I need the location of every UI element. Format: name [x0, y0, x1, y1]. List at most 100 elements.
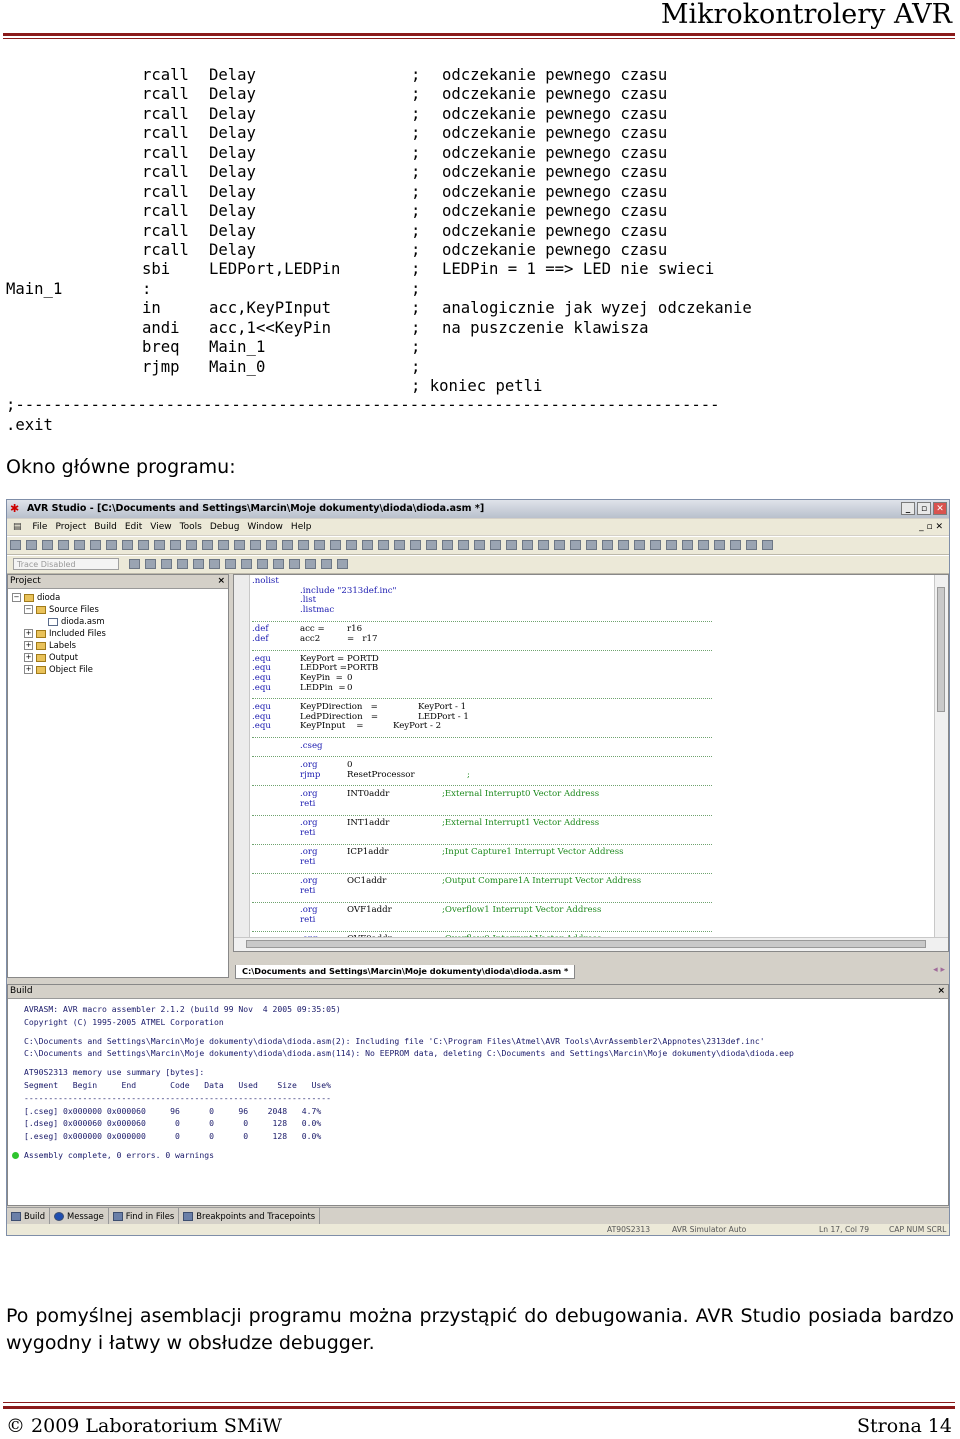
toolbar-icon[interactable]	[666, 540, 677, 550]
toolbar-icon[interactable]	[58, 540, 69, 550]
mdi-controls[interactable]: _ ▫ ✕	[919, 519, 943, 535]
menu-debug[interactable]: Debug	[210, 519, 240, 535]
menu-window[interactable]: Window	[247, 519, 283, 535]
toolbar-icon[interactable]	[682, 540, 693, 550]
tree-item[interactable]: + Included Files	[8, 627, 228, 639]
toolbar-icon[interactable]	[602, 540, 613, 550]
toolbar-icon[interactable]	[570, 540, 581, 550]
toolbar-icon[interactable]	[394, 540, 405, 550]
toolbar-icon[interactable]	[128, 559, 140, 569]
horizontal-scrollbar[interactable]	[234, 937, 948, 951]
toolbar-icon[interactable]	[458, 540, 469, 550]
close-button[interactable]: ✕	[933, 502, 947, 515]
toolbar-icon[interactable]	[90, 540, 101, 550]
trace-select[interactable]: Trace Disabled	[13, 558, 119, 570]
toolbar-icon[interactable]	[330, 540, 341, 550]
toolbar-icon[interactable]	[122, 540, 133, 550]
tree-item[interactable]: + Object File	[8, 663, 228, 675]
toolbar-icon[interactable]	[282, 540, 293, 550]
toolbar-icon[interactable]	[202, 540, 213, 550]
toolbar-icon[interactable]	[634, 540, 645, 550]
toolbar-icon[interactable]	[144, 559, 156, 569]
menu-build[interactable]: Build	[94, 519, 117, 535]
collapse-icon[interactable]: −	[24, 605, 33, 614]
vertical-scrollbar[interactable]	[934, 575, 948, 937]
toolbar-icon[interactable]	[256, 559, 268, 569]
toolbar-icon[interactable]	[346, 540, 357, 550]
toolbar-icon[interactable]	[618, 540, 629, 550]
expand-icon[interactable]: +	[24, 641, 33, 650]
toolbar-icon[interactable]	[586, 540, 597, 550]
toolbar-icon[interactable]	[320, 559, 332, 569]
toolbar-icon[interactable]	[106, 540, 117, 550]
toolbar-icon[interactable]	[650, 540, 661, 550]
toolbar-icon[interactable]	[42, 540, 53, 550]
toolbar-icon[interactable]	[298, 540, 309, 550]
toolbar-icon[interactable]	[336, 559, 348, 569]
expand-icon[interactable]: +	[24, 653, 33, 662]
toolbar-icon[interactable]	[74, 540, 85, 550]
toolbar-icon[interactable]	[490, 540, 501, 550]
toolbar-icon[interactable]	[288, 559, 300, 569]
toolbar-icon[interactable]	[176, 559, 188, 569]
menu-view[interactable]: View	[150, 519, 171, 535]
toolbar-icon[interactable]	[208, 559, 220, 569]
tab-dioda-asm[interactable]: C:\Documents and Settings\Marcin\Moje do…	[235, 965, 576, 979]
tree-item[interactable]: + Output	[8, 651, 228, 663]
toolbar-icon[interactable]	[426, 540, 437, 550]
menu-edit[interactable]: Edit	[125, 519, 142, 535]
toolbar-icon[interactable]	[138, 540, 149, 550]
tab-build[interactable]: Build	[7, 1208, 51, 1224]
toolbar-icon[interactable]	[10, 540, 21, 550]
menu-file[interactable]: File	[32, 519, 47, 535]
toolbar-icon[interactable]	[154, 540, 165, 550]
collapse-icon[interactable]: −	[12, 593, 21, 602]
toolbar-icon[interactable]	[730, 540, 741, 550]
code-editor[interactable]: .nolist .include "2313def.inc" .list .listm…	[233, 574, 949, 952]
expand-icon[interactable]: +	[24, 665, 33, 674]
toolbar-icon[interactable]	[714, 540, 725, 550]
tree-item[interactable]: dioda.asm	[8, 615, 228, 627]
toolbar-icon[interactable]	[304, 559, 316, 569]
tab-message[interactable]: Message	[50, 1208, 109, 1224]
toolbar-icon[interactable]	[160, 559, 172, 569]
toolbar-icon[interactable]	[250, 540, 261, 550]
toolbar-icon[interactable]	[410, 540, 421, 550]
toolbar-icon[interactable]	[266, 540, 277, 550]
menu-tools[interactable]: Tools	[180, 519, 202, 535]
toolbar-icon[interactable]	[378, 540, 389, 550]
toolbar-icon[interactable]	[170, 540, 181, 550]
toolbar-icon[interactable]	[240, 559, 252, 569]
toolbar-icon[interactable]	[506, 540, 517, 550]
close-icon[interactable]: ×	[217, 575, 225, 588]
toolbar-icon[interactable]	[272, 559, 284, 569]
toolbar-icon[interactable]	[762, 540, 773, 550]
menu-help[interactable]: Help	[291, 519, 312, 535]
close-icon[interactable]: ×	[937, 985, 945, 998]
toolbar-icon[interactable]	[218, 540, 229, 550]
toolbar-icon[interactable]	[234, 540, 245, 550]
toolbar-icon[interactable]	[26, 540, 37, 550]
toolbar-icon[interactable]	[192, 559, 204, 569]
tab-find-in-files[interactable]: Find in Files	[109, 1208, 180, 1224]
tab-breakpoints-and-tracepoints[interactable]: Breakpoints and Tracepoints	[179, 1208, 321, 1224]
toolbar-icon[interactable]	[224, 559, 236, 569]
toolbar-icon[interactable]	[698, 540, 709, 550]
toolbar-icon[interactable]	[442, 540, 453, 550]
expand-icon[interactable]: +	[24, 629, 33, 638]
maximize-button[interactable]: ▫	[917, 502, 931, 515]
toolbar-icon[interactable]	[362, 540, 373, 550]
toolbar-icon[interactable]	[522, 540, 533, 550]
toolbar-icon[interactable]	[474, 540, 485, 550]
toolbar-icon[interactable]	[314, 540, 325, 550]
tree-item[interactable]: − Source Files	[8, 603, 228, 615]
tree-item[interactable]: + Labels	[8, 639, 228, 651]
toolbar-icon[interactable]	[554, 540, 565, 550]
tab-scroll-arrows-icon[interactable]: ◂ ▸	[933, 965, 945, 975]
toolbar-icon[interactable]	[186, 540, 197, 550]
tree-item[interactable]: − dioda	[8, 591, 228, 603]
toolbar-icon[interactable]	[746, 540, 757, 550]
minimize-button[interactable]: _	[901, 502, 915, 515]
toolbar-icon[interactable]	[538, 540, 549, 550]
menu-project[interactable]: Project	[55, 519, 86, 535]
